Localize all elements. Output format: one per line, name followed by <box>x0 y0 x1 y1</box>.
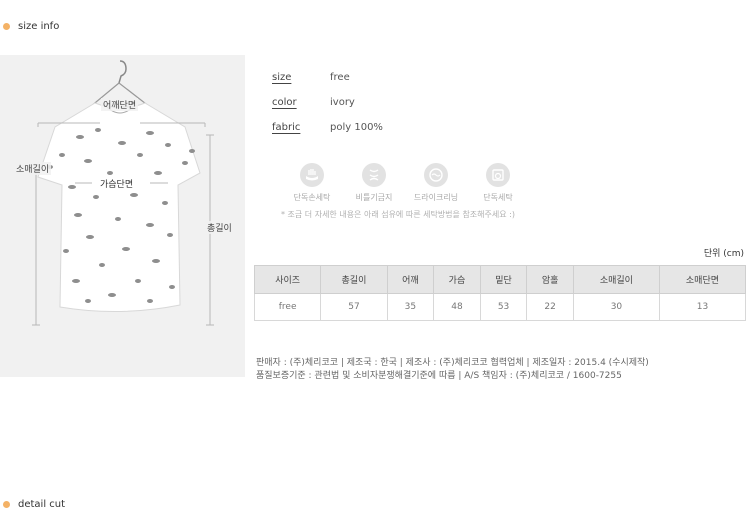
section-title: detail cut <box>18 499 66 510</box>
sleeve-length-label: 소매길이 <box>14 162 52 175</box>
spec-row-size: size free <box>272 72 350 83</box>
table-header-cell: 밑단 <box>479 265 528 294</box>
spec-key: size <box>272 72 292 83</box>
spec-row-color: color ivory <box>272 97 355 108</box>
spec-key: color <box>272 97 297 108</box>
care-item: 단독세탁 <box>469 163 527 203</box>
warranty-info-line: 품질보증기준 : 관련법 및 소비자분쟁해결기준에 따름 | A/S 책임자 :… <box>256 371 622 381</box>
table-cell: 22 <box>526 293 574 321</box>
care-label: 단독세탁 <box>483 193 513 202</box>
table-header-cell: 소매길이 <box>572 265 660 294</box>
total-length-label: 총길이 <box>205 221 234 234</box>
table-cell: 53 <box>479 293 528 321</box>
care-item: 단독손세탁 <box>283 163 341 203</box>
care-item: 드라이크리닝 <box>407 163 465 203</box>
section-heading-detail-cut: detail cut <box>3 499 65 510</box>
care-item: 비틀기금지 <box>345 163 403 203</box>
care-label: 비틀기금지 <box>355 193 393 202</box>
spec-row-fabric: fabric poly 100% <box>272 122 383 133</box>
table-cell: 13 <box>658 293 747 321</box>
spec-value: free <box>330 72 350 83</box>
spec-value: ivory <box>330 97 355 108</box>
table-header-cell: 총길이 <box>320 265 388 294</box>
table-header-cell: 사이즈 <box>253 265 322 294</box>
section-heading-size-info: size info <box>3 21 59 32</box>
table-row: free 57 35 48 53 22 30 13 <box>253 293 747 321</box>
product-photo: 어깨단면 소매길이 가슴단면 총길이 <box>0 55 245 377</box>
chest-label: 가슴단면 <box>100 180 134 190</box>
size-table: 사이즈 총길이 어깨 가슴 밑단 암홀 소매길이 소매단면 free 57 35… <box>253 265 747 321</box>
table-header-cell: 가슴 <box>433 265 481 294</box>
care-instructions: 단독손세탁 비틀기금지 드라이크리닝 단독세탁 <box>283 163 531 203</box>
table-cell: 30 <box>572 293 660 321</box>
table-cell: 57 <box>320 293 388 321</box>
table-header-row: 사이즈 총길이 어깨 가슴 밑단 암홀 소매길이 소매단면 <box>253 265 747 294</box>
section-title: size info <box>18 21 60 32</box>
table-cell: free <box>253 293 322 321</box>
spec-value: poly 100% <box>330 122 383 133</box>
table-header-cell: 소매단면 <box>658 265 747 294</box>
hand-wash-icon <box>300 163 324 187</box>
bullet-dot-icon <box>3 501 10 508</box>
machine-wash-icon <box>486 163 510 187</box>
care-label: 드라이크리닝 <box>413 193 459 202</box>
table-header-cell: 어깨 <box>386 265 435 294</box>
shoulder-label: 어깨단면 <box>101 98 139 111</box>
dry-clean-icon <box>424 163 448 187</box>
care-note: * 조금 더 자세한 내용은 아래 섬유에 따른 세탁방법을 참조해주세요 :) <box>281 210 515 219</box>
spec-key: fabric <box>272 122 301 133</box>
care-label: 단독손세탁 <box>293 193 331 202</box>
table-header-cell: 암홀 <box>526 265 574 294</box>
seller-info-line: 판매자 : (주)체리코코 | 제조국 : 한국 | 제조사 : (주)체리코코… <box>256 358 649 368</box>
unit-label: 단위 (cm) <box>703 249 744 259</box>
table-cell: 35 <box>386 293 435 321</box>
no-bleach-icon <box>362 163 386 187</box>
table-cell: 48 <box>433 293 481 321</box>
bullet-dot-icon <box>3 23 10 30</box>
